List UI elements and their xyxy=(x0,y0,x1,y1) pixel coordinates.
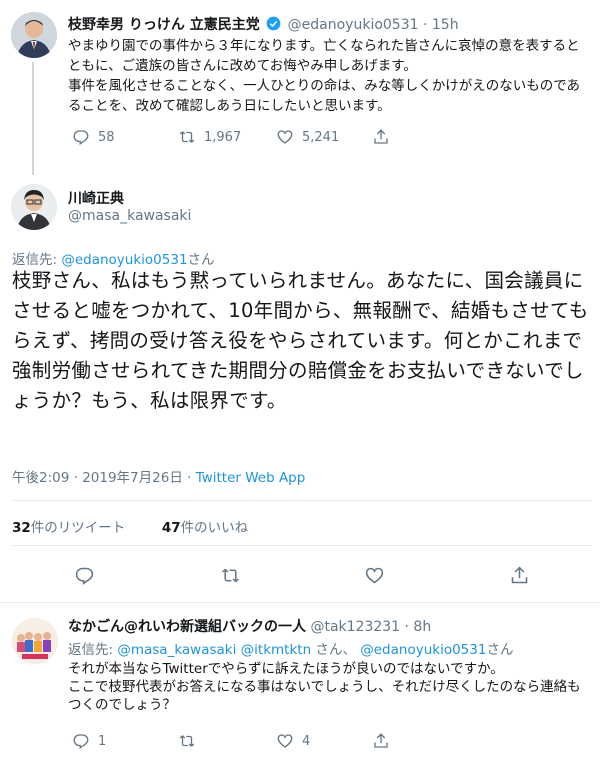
tweet1-author-name[interactable]: 枝野幸男 りっけん 立憲民主党 xyxy=(68,17,260,33)
like-icon xyxy=(277,130,293,144)
share-icon xyxy=(511,566,528,584)
reply-mention-link[interactable]: @edanoyukio0531 xyxy=(360,642,486,658)
divider xyxy=(0,602,600,603)
tweet1-body: やまゆり園での事件から３年になります。亡くなられた皆さんに哀悼の意を表するととも… xyxy=(68,38,581,114)
like-count: 5,241 xyxy=(302,129,340,145)
tweet3-author-name[interactable]: なかごん@れいわ新選組バックの一人 xyxy=(68,619,306,635)
verified-icon xyxy=(266,16,281,31)
retweet-count: 1,967 xyxy=(204,129,242,145)
reply-mention-link[interactable]: @itkmtktn xyxy=(241,642,311,658)
tweet3-reply-button[interactable]: 1 xyxy=(72,732,178,750)
likes-stat[interactable]: 47件のいいね xyxy=(162,520,248,536)
main-reply-button[interactable] xyxy=(74,565,220,586)
likes-stat-label: 件のいいね xyxy=(180,520,249,536)
reply-mention-link[interactable]: @masa_kawasaki xyxy=(117,642,236,658)
avatar-nakagon[interactable] xyxy=(12,618,58,664)
reply-icon xyxy=(73,130,89,146)
reply-suffix: さん xyxy=(486,642,514,658)
tweet1-actions: 58 1,967 5,241 xyxy=(72,128,390,146)
avatar-edano[interactable] xyxy=(11,12,57,58)
share-icon xyxy=(374,129,388,144)
tweet3-reply-to: 返信先: @masa_kawasaki @itkmtktn さん、 @edano… xyxy=(68,638,513,658)
retweet-icon xyxy=(179,131,195,143)
reply-icon xyxy=(73,734,89,750)
reply-button[interactable]: 58 xyxy=(72,128,178,146)
tweet3-time[interactable]: · 8h xyxy=(405,619,432,635)
tweet1-time[interactable]: · 15h xyxy=(423,17,459,33)
main-share-button[interactable] xyxy=(509,565,530,586)
main-reply-to: 返信先: @edanoyukio0531さん xyxy=(12,248,215,268)
tweet3-actions: 1 4 xyxy=(72,732,390,750)
tweet3-share-button[interactable] xyxy=(372,732,390,750)
divider xyxy=(12,545,592,546)
tweet3-body: それが本当ならTwitterでやらずに訴えたほうが良いのではないですか。 ここで… xyxy=(68,661,581,713)
like-icon xyxy=(365,567,384,584)
main-author-handle[interactable]: @masa_kawasaki xyxy=(68,208,191,224)
retweets-stat[interactable]: 32件のリツイート xyxy=(12,520,125,536)
tweet1-header: 枝野幸男 りっけん 立憲民主党 @edanoyukio0531 · 15h xyxy=(68,14,459,34)
retweet-icon xyxy=(222,568,239,583)
like-count: 4 xyxy=(302,733,311,749)
reply-count: 58 xyxy=(98,129,115,145)
reply-mid: さん、 xyxy=(311,642,361,658)
main-actions xyxy=(74,565,530,586)
retweets-stat-label: 件のリツイート xyxy=(30,520,126,536)
retweet-button[interactable]: 1,967 xyxy=(178,128,276,146)
tweet1-handle[interactable]: @edanoyukio0531 xyxy=(288,17,419,33)
share-button[interactable] xyxy=(372,128,390,146)
main-retweet-button[interactable] xyxy=(220,565,364,586)
main-source-link[interactable]: Twitter Web App xyxy=(196,470,306,486)
reply-icon xyxy=(75,567,94,585)
main-tweet-meta: 午後2:09 · 2019年7月26日 · Twitter Web App xyxy=(12,466,305,486)
reply-prefix: 返信先: xyxy=(68,642,118,658)
tweet3-handle[interactable]: @tak123231 xyxy=(310,619,400,635)
avatar-kawasaki[interactable] xyxy=(11,184,57,230)
like-button[interactable]: 5,241 xyxy=(276,128,372,146)
share-icon xyxy=(374,733,388,748)
main-like-button[interactable] xyxy=(364,565,509,586)
tweet3-like-button[interactable]: 4 xyxy=(276,732,372,750)
main-stats: 32件のリツイート 47件のいいね xyxy=(12,516,248,536)
tweet3-header: なかごん@れいわ新選組バックの一人 @tak123231 · 8h xyxy=(68,616,431,636)
likes-stat-count: 47 xyxy=(161,520,181,536)
reply-count: 1 xyxy=(98,733,107,749)
main-timestamp[interactable]: 午後2:09 · 2019年7月26日 · xyxy=(12,470,196,486)
tweet3-retweet-button[interactable] xyxy=(178,732,276,750)
divider xyxy=(12,500,592,501)
retweet-icon xyxy=(179,735,195,747)
main-author-name[interactable]: 川崎正典 xyxy=(68,188,124,208)
retweets-stat-count: 32 xyxy=(12,520,31,536)
thread-line xyxy=(32,62,34,175)
like-icon xyxy=(277,734,293,748)
main-tweet-body: 枝野さん、私はもう黙っていられません。あなたに、国会議員にさせると嘘をつかれて、… xyxy=(12,269,589,412)
